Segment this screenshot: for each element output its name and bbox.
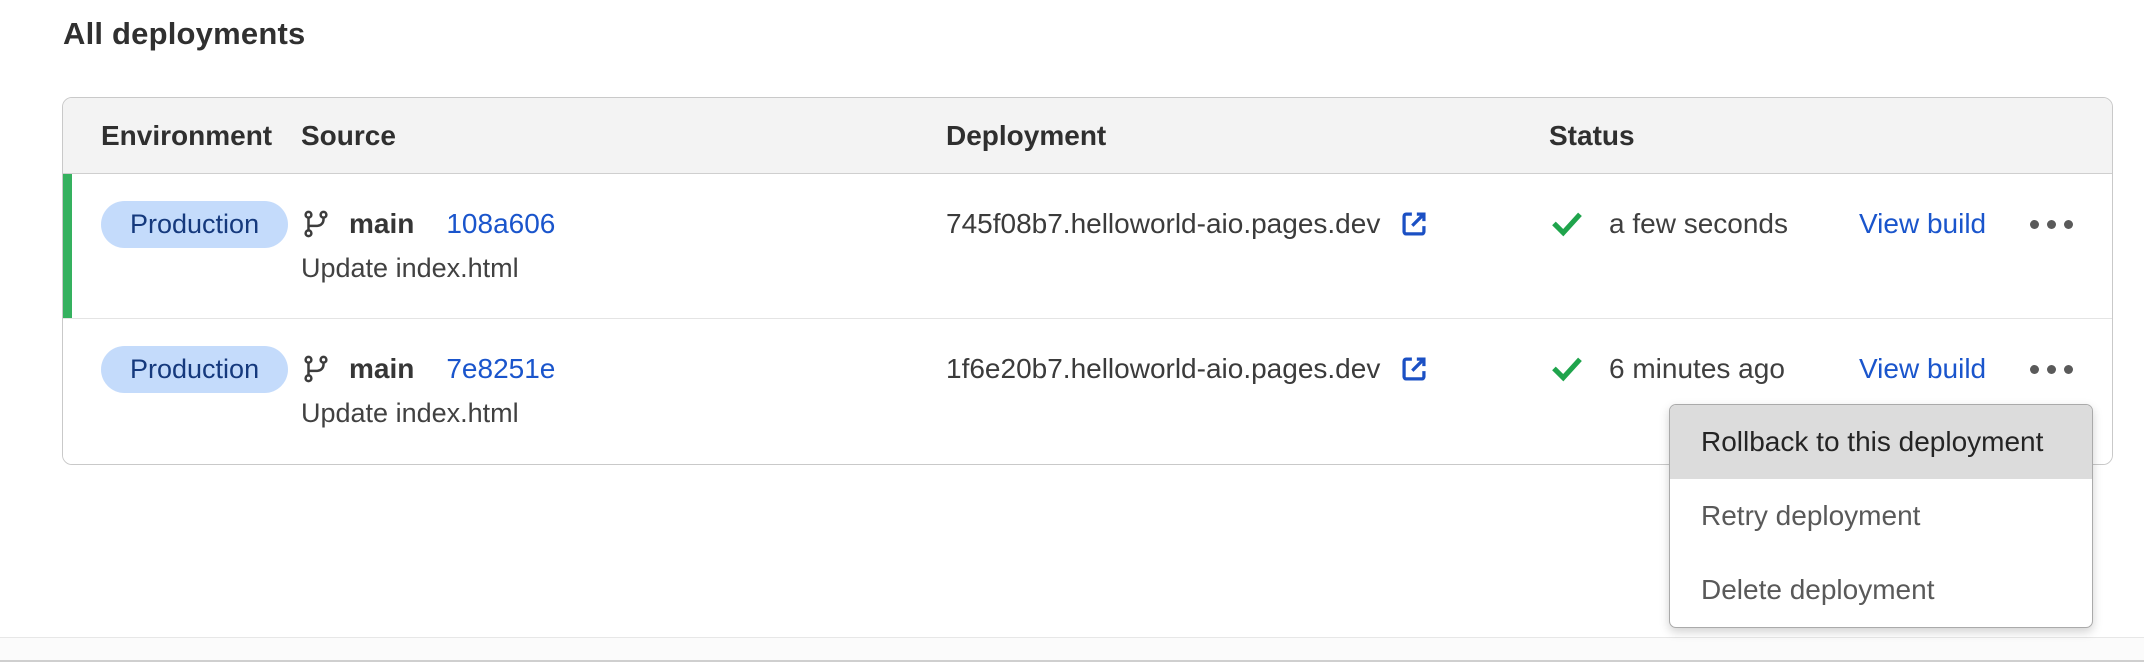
- column-header-status: Status: [1549, 120, 1859, 152]
- commit-message: Update index.html: [301, 253, 946, 284]
- current-deployment-indicator: [63, 174, 72, 318]
- deployment-url: 1f6e20b7.helloworld-aio.pages.dev: [946, 353, 1380, 385]
- page-title: All deployments: [63, 16, 305, 52]
- ellipsis-icon: [2030, 365, 2039, 374]
- deployment-context-menu: Rollback to this deployment Retry deploy…: [1669, 404, 2093, 628]
- environment-badge: Production: [101, 201, 288, 248]
- deployments-page: All deployments Environment Source Deplo…: [0, 0, 2144, 662]
- footer-area: [0, 638, 2144, 662]
- table-header: Environment Source Deployment Status: [63, 98, 2112, 174]
- deployment-options-button[interactable]: [2026, 355, 2077, 384]
- external-link-icon[interactable]: [1397, 207, 1431, 241]
- branch-name: main: [349, 353, 414, 385]
- check-icon: [1549, 351, 1585, 387]
- menu-item-retry[interactable]: Retry deployment: [1670, 479, 2092, 553]
- check-icon: [1549, 206, 1585, 242]
- ellipsis-icon: [2030, 220, 2039, 229]
- environment-badge: Production: [101, 346, 288, 393]
- menu-item-rollback[interactable]: Rollback to this deployment: [1670, 405, 2092, 479]
- commit-link[interactable]: 108a606: [446, 208, 555, 240]
- commit-message: Update index.html: [301, 398, 946, 429]
- column-header-deployment: Deployment: [946, 120, 1549, 152]
- menu-item-delete[interactable]: Delete deployment: [1670, 553, 2092, 627]
- git-branch-icon: [301, 209, 331, 239]
- view-build-link[interactable]: View build: [1859, 353, 1986, 385]
- git-branch-icon: [301, 354, 331, 384]
- branch-name: main: [349, 208, 414, 240]
- status-time: 6 minutes ago: [1609, 353, 1785, 385]
- external-link-icon[interactable]: [1397, 352, 1431, 386]
- commit-link[interactable]: 7e8251e: [446, 353, 555, 385]
- deployment-url: 745f08b7.helloworld-aio.pages.dev: [946, 208, 1380, 240]
- column-header-environment: Environment: [101, 120, 301, 152]
- view-build-link[interactable]: View build: [1859, 208, 1986, 240]
- deployment-row: Production main 108a606 Update index.htm…: [63, 174, 2112, 319]
- deployment-options-button[interactable]: [2026, 210, 2077, 239]
- column-header-source: Source: [301, 120, 946, 152]
- status-time: a few seconds: [1609, 208, 1788, 240]
